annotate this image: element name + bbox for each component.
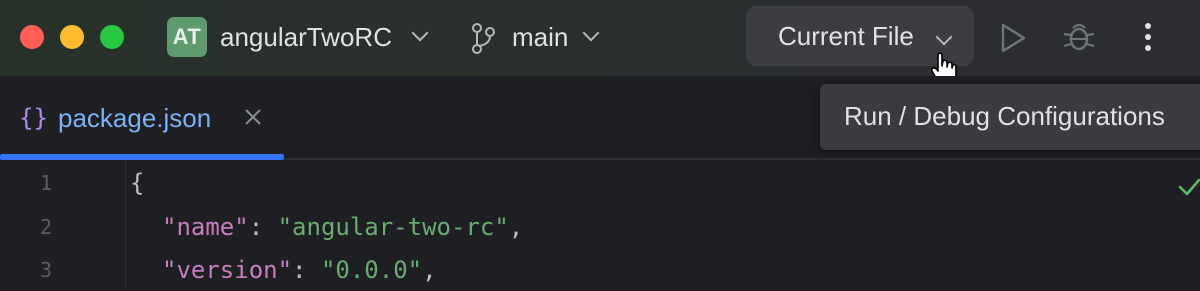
- line-number: 2: [39, 215, 52, 239]
- json-value: "angular-two-rc": [277, 213, 509, 241]
- json-separator: :: [248, 213, 278, 241]
- close-window-button[interactable]: [20, 25, 44, 49]
- check-icon[interactable]: [1178, 176, 1200, 198]
- json-file-icon: {}: [19, 104, 48, 132]
- run-icon[interactable]: [998, 22, 1028, 54]
- debug-icon[interactable]: [1062, 20, 1096, 54]
- json-punctuation: ,: [422, 256, 437, 284]
- code-text: {: [130, 169, 145, 197]
- project-badge[interactable]: AT: [167, 17, 207, 57]
- json-key: "name": [162, 213, 249, 241]
- tooltip-text: Run / Debug Configurations: [844, 101, 1165, 131]
- run-configuration-label: Current File: [778, 21, 914, 51]
- chevron-down-icon[interactable]: [411, 24, 429, 42]
- code-line: 1 {: [0, 162, 1200, 204]
- json-key: "version": [162, 256, 293, 284]
- maximize-window-button[interactable]: [100, 25, 124, 49]
- json-separator: :: [292, 256, 321, 284]
- json-punctuation: ,: [508, 213, 524, 241]
- minimize-window-button[interactable]: [60, 25, 84, 49]
- line-number: 3: [39, 258, 52, 282]
- tab-label: package.json: [58, 103, 212, 133]
- branch-name[interactable]: main: [512, 20, 568, 54]
- line-number: 1: [39, 171, 52, 195]
- chevron-down-icon[interactable]: [582, 24, 600, 42]
- close-icon[interactable]: [242, 106, 264, 128]
- code-editor[interactable]: 1 { 2 "name": "angular-two-rc", 3 "versi…: [0, 160, 1200, 290]
- project-name[interactable]: angularTwoRC: [220, 20, 392, 54]
- chevron-down-icon: [935, 28, 953, 46]
- code-line: 3 "version": "0.0.0",: [0, 249, 1200, 291]
- more-vertical-icon[interactable]: [1140, 22, 1156, 52]
- tooltip: Run / Debug Configurations: [820, 84, 1200, 150]
- json-value: "0.0.0": [320, 256, 423, 284]
- code-text: "name": "angular-two-rc",: [162, 206, 523, 248]
- title-bar: AT angularTwoRC main Current File: [0, 0, 1200, 85]
- code-text: "version": "0.0.0",: [162, 249, 437, 291]
- branch-icon[interactable]: [470, 22, 496, 54]
- tab-package-json[interactable]: {} package.json: [0, 76, 284, 160]
- code-line: 2 "name": "angular-two-rc",: [0, 206, 1200, 248]
